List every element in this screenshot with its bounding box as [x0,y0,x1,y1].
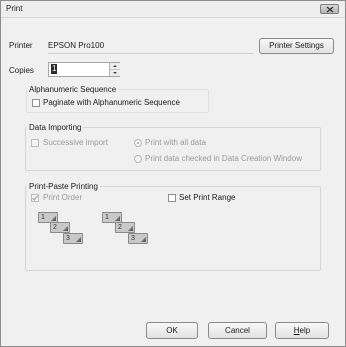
title-bar: Print [1,1,345,18]
successive-import-checkbox[interactable] [31,139,39,147]
copies-down-button[interactable] [109,70,120,76]
page-curl-icon [76,237,81,242]
set-print-range-label: Set Print Range [179,193,236,202]
checkmark-icon [32,195,38,201]
order-sheet-3: 3 [63,233,83,244]
alphanumeric-title: Alphanumeric Sequence [27,85,119,95]
order-sheet-number: 3 [131,235,135,242]
order-sheet-number: 1 [105,214,109,221]
copies-field[interactable]: 1 [48,62,120,77]
radio-print-all-label: Print with all data [145,138,206,147]
page-curl-icon [51,216,56,221]
order-sheet-number: 2 [118,224,122,231]
close-icon [326,6,334,13]
page-curl-icon [128,226,133,231]
printer-divider [48,53,253,54]
data-importing-title: Data Importing [27,123,84,133]
page-curl-icon [115,216,120,221]
page-curl-icon [141,237,146,242]
print-order-label: Print Order [43,193,83,202]
help-label-rest: elp [299,326,311,335]
copies-up-button[interactable] [109,63,120,70]
paginate-label: Paginate with Alphanumeric Sequence [43,98,180,107]
printer-label: Printer [9,41,33,50]
order-sheet-3: 3 [128,233,148,244]
radio-print-checked[interactable] [134,155,142,163]
arrow-up-icon [113,65,117,67]
print-dialog: Print Printer EPSON Pro100 Printer Setti… [0,0,346,347]
radio-print-checked-label: Print data checked in Data Creation Wind… [145,154,302,163]
radio-print-all[interactable] [134,139,142,147]
page-curl-icon [63,226,68,231]
print-order-checkbox[interactable] [31,194,39,202]
order-sheet-number: 1 [41,214,45,221]
cancel-button[interactable]: Cancel [208,322,267,339]
copies-label: Copies [9,66,34,75]
print-paste-title: Print-Paste Printing [27,182,100,192]
printer-name: EPSON Pro100 [48,41,105,50]
order-sheet-number: 2 [53,224,57,231]
set-print-range-checkbox[interactable] [168,194,176,202]
window-title: Print [6,4,23,13]
order-sheet-2: 2 [115,222,135,233]
ok-button[interactable]: OK [146,322,198,339]
arrow-down-icon [113,72,117,74]
paginate-checkbox[interactable] [32,99,40,107]
radio-selected-dot [137,142,139,144]
printer-settings-button[interactable]: Printer Settings [259,38,334,54]
data-importing-group [25,127,321,171]
copies-value: 1 [51,64,58,74]
help-button[interactable]: Help [275,322,329,339]
successive-import-label: Successive import [43,138,108,147]
close-button[interactable] [320,4,339,14]
order-sheet-number: 3 [66,235,70,242]
order-sheet-2: 2 [50,222,70,233]
